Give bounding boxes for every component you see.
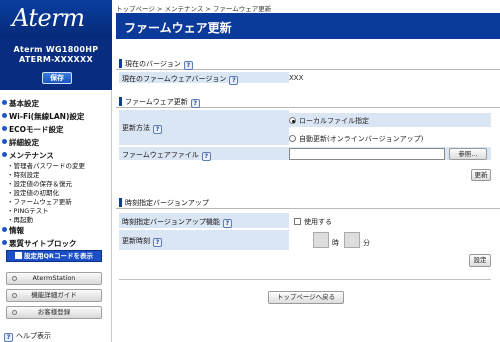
model-line-1: Aterm WG1800HP (13, 45, 99, 54)
hour-unit: 時 (332, 239, 339, 247)
help-icon[interactable]: ? (229, 76, 239, 85)
help-icon[interactable]: ? (153, 125, 162, 134)
circle-icon (12, 310, 17, 315)
help-icon[interactable]: ? (190, 99, 200, 108)
help-link[interactable]: ? ヘルプ表示 (4, 331, 51, 342)
feature-guide-button[interactable]: 機能詳細ガイド (6, 289, 102, 302)
divider (119, 279, 491, 280)
qr-icon (14, 252, 22, 259)
help-icon[interactable]: ? (222, 219, 232, 228)
bullet-icon (2, 139, 7, 144)
hour-input[interactable] (313, 232, 329, 248)
section-marker (119, 198, 122, 207)
section-title: 時刻指定バージョンアップ (125, 199, 209, 207)
title-bar: ファームウェア更新 (116, 13, 500, 39)
bullet-icon (2, 100, 7, 105)
option-local[interactable]: ローカルファイル指定 (289, 113, 491, 127)
sub-reboot[interactable]: 再起動 (7, 214, 34, 224)
section-marker (119, 59, 122, 68)
circle-icon (12, 293, 17, 298)
section-title: 現在のバージョン (125, 60, 181, 68)
aterm-logo: Aterm (12, 4, 85, 32)
nav-info[interactable]: 情報 (2, 225, 24, 236)
nav-detail[interactable]: 詳細設定 (2, 137, 39, 148)
row-update-method: 更新方法? ローカルファイル指定 自動更新(オンラインバージョンアップ) (119, 109, 491, 145)
bullet-icon (2, 113, 7, 118)
current-version-cell: XXX (289, 72, 491, 83)
update-time-label: 更新時刻 (122, 237, 150, 245)
minute-input[interactable] (344, 232, 360, 248)
minute-unit: 分 (363, 239, 370, 247)
section-marker (119, 97, 122, 106)
sidebar: Aterm Aterm WG1800HP ATERM-XXXXXX 保存 基本設… (0, 0, 112, 342)
radio-auto[interactable] (289, 135, 296, 142)
breadcrumb: トップページ > メンテナンス > ファームウェア更新 (116, 5, 272, 13)
firmware-file-input[interactable] (289, 148, 445, 160)
section-title: ファームウェア更新 (125, 98, 188, 106)
row-firmware-file: ファームウェアファイル? 参照... (119, 146, 491, 161)
help-icon[interactable]: ? (183, 61, 193, 70)
browse-button[interactable]: 参照... (449, 148, 487, 160)
model-line-2: ATERM-XXXXXX (19, 55, 93, 64)
save-button[interactable]: 保存 (42, 72, 72, 84)
update-method-cell: ローカルファイル指定 自動更新(オンラインバージョンアップ) (289, 110, 491, 145)
row-update-time: 更新時刻? 時 分 (119, 229, 491, 250)
nav-basic[interactable]: 基本設定 (2, 98, 39, 109)
update-time-cell: 時 分 (289, 230, 491, 250)
help-icon[interactable]: ? (201, 152, 211, 161)
customer-registration-button[interactable]: お客様登録 (6, 306, 102, 319)
nav-wifi[interactable]: Wi-Fi(無線LAN)設定 (2, 111, 84, 122)
use-checkbox-option[interactable]: 使用する (294, 217, 332, 227)
section-current-version: 現在のバージョン? (116, 57, 500, 70)
current-version-label: 現在のファームウェアバージョン (122, 75, 227, 83)
row-current-version: 現在のファームウェアバージョン? XXX (119, 71, 491, 85)
update-method-label: 更新方法 (122, 124, 150, 132)
help-icon: ? (4, 333, 13, 342)
option-auto[interactable]: 自動更新(オンラインバージョンアップ) (289, 131, 491, 145)
nav-malicious-block[interactable]: 悪質サイトブロック (2, 238, 77, 249)
bullet-icon (2, 240, 7, 245)
set-button[interactable]: 設定 (469, 254, 491, 267)
atermstation-button[interactable]: AtermStation (6, 272, 102, 285)
qr-code-button[interactable]: 設定用QRコードを表示 (6, 250, 102, 262)
bullet-icon (2, 126, 7, 131)
use-checkbox[interactable] (294, 218, 301, 225)
back-to-top-button[interactable]: トップページへ戻る (268, 291, 344, 304)
row-scheduled-feature: 時刻指定バージョンアップ機能? 使用する (119, 212, 491, 228)
bullet-icon (2, 152, 7, 157)
section-scheduled-update: 時刻指定バージョンアップ (116, 196, 500, 209)
bullet-icon (2, 227, 7, 232)
nav-eco[interactable]: ECOモード設定 (2, 124, 64, 135)
scheduled-feature-label: 時刻指定バージョンアップ機能 (122, 218, 220, 226)
page-title: ファームウェア更新 (124, 21, 232, 35)
section-firmware-update: ファームウェア更新? (116, 95, 500, 108)
model-name: Aterm WG1800HP ATERM-XXXXXX (0, 45, 112, 65)
help-icon[interactable]: ? (153, 238, 162, 247)
radio-local[interactable] (289, 117, 296, 124)
firmware-file-label: ファームウェアファイル (122, 151, 199, 159)
update-button[interactable]: 更新 (471, 169, 491, 181)
scheduled-feature-cell: 使用する (289, 213, 491, 228)
model-info: Aterm WG1800HP ATERM-XXXXXX 保存 (0, 38, 112, 90)
current-version-value: XXX (289, 74, 304, 82)
circle-icon (12, 276, 17, 281)
logo-area: Aterm (0, 0, 112, 38)
